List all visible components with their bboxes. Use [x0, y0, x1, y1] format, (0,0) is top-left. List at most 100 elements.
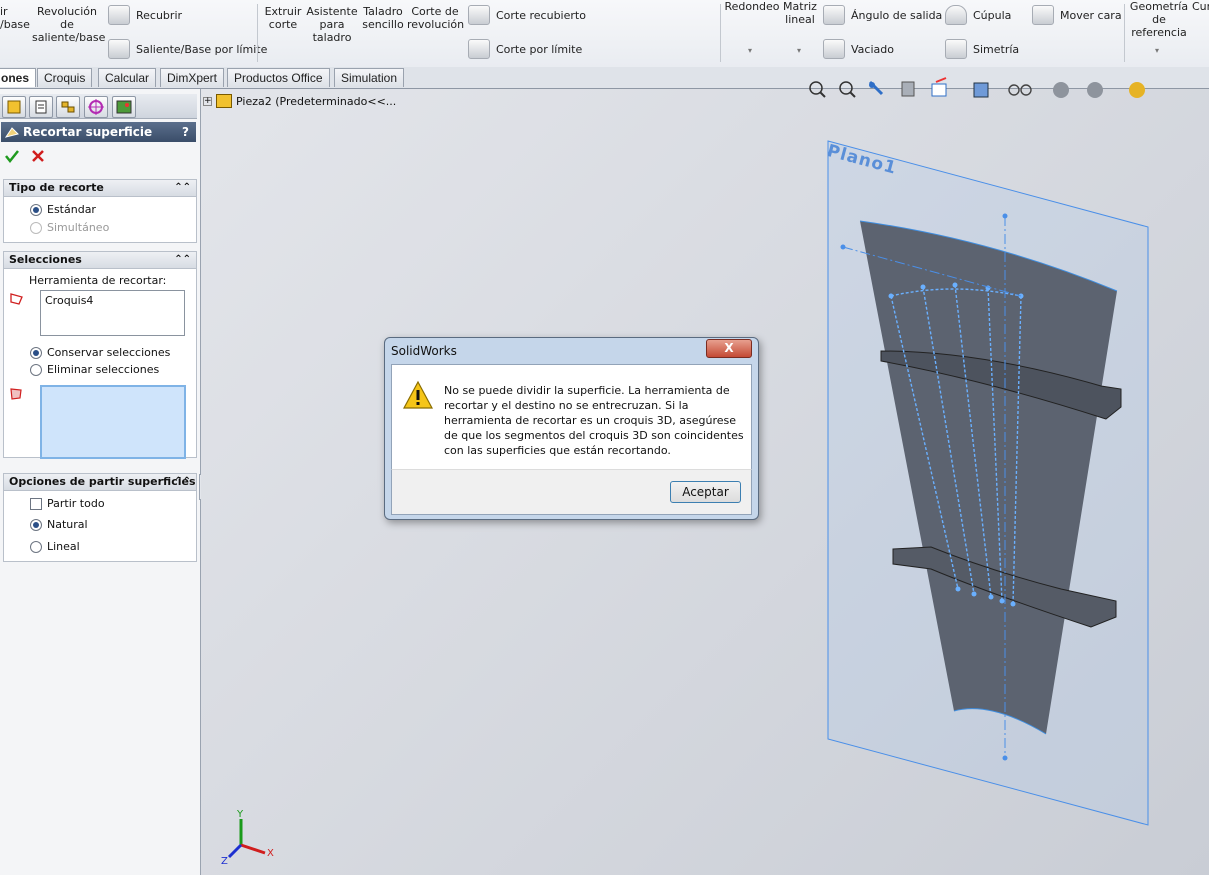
previous-view-icon[interactable]	[868, 80, 884, 96]
ribbon-saliente-limite-button[interactable]: Saliente/Base por límite	[108, 39, 267, 59]
display-manager-tab-icon[interactable]	[112, 96, 136, 118]
radio-eliminar-selecciones[interactable]: Eliminar selecciones	[30, 363, 159, 376]
axis-x-label: X	[267, 848, 274, 859]
saliente-limite-icon	[108, 39, 130, 59]
ribbon-mover-cara-button[interactable]: Mover cara	[1032, 5, 1122, 25]
aceptar-button[interactable]: Aceptar	[670, 481, 741, 503]
trim-surface-icon	[4, 125, 19, 138]
tipo-recorte-group: Tipo de recorte ⌃⌃ Estándar Simultáneo	[3, 179, 197, 243]
ribbon-corte-revolucion-button[interactable]: Corte de revolución	[407, 5, 464, 31]
scene-icon[interactable]	[1087, 82, 1103, 98]
checkbox-partir-todo[interactable]: Partir todo	[30, 497, 105, 510]
ribbon-separator	[720, 4, 721, 62]
expand-icon[interactable]: +	[203, 96, 212, 106]
radio-lineal[interactable]: Lineal	[30, 540, 80, 553]
dialog-close-button[interactable]: X	[706, 339, 752, 358]
feature-tree-tab-icon[interactable]	[2, 96, 26, 118]
ribbon-matriz-lineal-button[interactable]: Matriz lineal	[782, 0, 818, 26]
warning-icon	[402, 380, 434, 409]
checkmark-icon	[5, 150, 19, 164]
property-manager-tab-icon[interactable]	[29, 96, 53, 118]
ribbon-recubrir-button[interactable]: Recubrir	[108, 5, 182, 25]
configuration-manager-tab-icon[interactable]	[56, 96, 80, 118]
piezas-listbox[interactable]	[40, 385, 186, 459]
redondeo-dropdown-icon[interactable]: ▾	[748, 46, 752, 55]
radio-dot	[30, 518, 42, 531]
hide-show-icon[interactable]	[1008, 84, 1032, 96]
dimxpert-manager-tab-icon[interactable]	[84, 96, 108, 118]
herramienta-item[interactable]: Croquis4	[45, 294, 93, 307]
ok-button[interactable]	[4, 148, 20, 167]
ribbon-corte-recubierto-button[interactable]: Corte recubierto	[468, 5, 586, 25]
ribbon-separator	[1124, 4, 1125, 62]
display-style-icon[interactable]	[973, 82, 989, 98]
feature-tree-root[interactable]: + Pieza2 (Predeterminado<<...	[203, 94, 396, 108]
ribbon-corte-limite-button[interactable]: Corte por límite	[468, 39, 582, 59]
dialog-body: No se puede dividir la superficie. La he…	[391, 364, 752, 471]
axis-y-label: Y	[237, 809, 244, 820]
ribbon-cupula-button[interactable]: Cúpula	[945, 5, 1011, 25]
opciones-partir-header[interactable]: Opciones de partir superficies ⌃⌃	[4, 474, 196, 491]
ribbon-curvas-button[interactable]: Cur	[1192, 0, 1209, 13]
simetria-icon	[945, 39, 967, 59]
radio-dot	[30, 540, 42, 553]
ribbon-angulo-salida-button[interactable]: Ángulo de salida	[823, 5, 942, 25]
zoom-area-icon[interactable]	[839, 81, 856, 98]
tab-calcular[interactable]: Calcular	[98, 68, 157, 87]
herramienta-listbox[interactable]: Croquis4	[40, 290, 185, 336]
ribbon-simetria-button[interactable]: Simetría	[945, 39, 1019, 59]
radio-estandar[interactable]: Estándar	[30, 203, 96, 216]
close-icon	[32, 150, 44, 162]
help-button[interactable]: ?	[182, 122, 189, 142]
herramienta-label: Herramienta de recortar:	[29, 274, 167, 287]
ribbon-asistente-taladro-button[interactable]: Asistente para taladro	[306, 5, 358, 44]
sketch-selection-icon	[9, 292, 25, 309]
radio-natural[interactable]: Natural	[30, 518, 88, 531]
opciones-partir-group: Opciones de partir superficies ⌃⌃ Partir …	[3, 473, 197, 562]
tipo-recorte-header[interactable]: Tipo de recorte ⌃⌃	[4, 180, 196, 197]
view-orientation-icon[interactable]	[931, 77, 947, 97]
tab-dimxpert[interactable]: DimXpert	[160, 68, 225, 87]
radio-dot	[30, 221, 42, 234]
collapse-icon[interactable]: ⌃⌃	[174, 180, 191, 196]
radio-dot	[30, 346, 42, 359]
ribbon-extruir-base[interactable]: ir /base	[0, 5, 30, 31]
ribbon-revolucion-button[interactable]: Revolución de saliente/base	[32, 5, 105, 44]
geometria-dropdown-icon[interactable]: ▾	[1155, 46, 1159, 55]
feature-title: Recortar superficie	[23, 125, 153, 139]
collapse-icon[interactable]: ⌃⌃	[174, 252, 191, 268]
surface-selection-icon	[9, 387, 25, 404]
mover-cara-icon	[1032, 5, 1054, 25]
appearance-icon[interactable]	[1053, 82, 1069, 98]
tab-operaciones[interactable]: ones	[0, 68, 36, 87]
zoom-to-fit-icon[interactable]	[809, 81, 826, 98]
radio-dot	[30, 363, 42, 376]
selecciones-header[interactable]: Selecciones ⌃⌃	[4, 252, 196, 269]
matriz-dropdown-icon[interactable]: ▾	[797, 46, 801, 55]
tab-croquis[interactable]: Croquis	[37, 68, 93, 87]
dialog-footer: Aceptar	[391, 469, 752, 515]
part-icon	[216, 94, 232, 108]
cupula-icon	[945, 5, 967, 25]
recubrir-icon	[108, 5, 130, 25]
axis-z-label: Z	[221, 856, 228, 867]
collapse-icon[interactable]: ⌃⌃	[174, 474, 191, 490]
command-ribbon: ir /base Revolución de saliente/base Rec…	[0, 0, 1209, 68]
lights-icon[interactable]	[1129, 82, 1145, 98]
cancel-button[interactable]	[30, 148, 46, 167]
ribbon-extruir-corte-button[interactable]: Extruir corte	[264, 5, 302, 31]
ribbon-taladro-sencillo-button[interactable]: Taladro sencillo	[362, 5, 404, 31]
checkbox-box	[30, 497, 42, 510]
radio-conservar-selecciones[interactable]: Conservar selecciones	[30, 346, 170, 359]
ribbon-geometria-referencia-button[interactable]: Geometría de referencia	[1128, 0, 1190, 39]
radio-simultaneo[interactable]: Simultáneo	[30, 221, 109, 234]
corte-limite-icon	[468, 39, 490, 59]
tab-productos-office[interactable]: Productos Office	[227, 68, 330, 87]
tab-simulation[interactable]: Simulation	[334, 68, 405, 87]
ribbon-redondeo-button[interactable]: Redondeo	[724, 0, 780, 13]
dialog-title: SolidWorks	[391, 344, 457, 358]
ribbon-separator	[257, 4, 258, 62]
ribbon-vaciado-button[interactable]: Vaciado	[823, 39, 894, 59]
selecciones-group: Selecciones ⌃⌃ Herramienta de recortar: C…	[3, 251, 197, 459]
section-view-icon[interactable]	[901, 81, 915, 97]
